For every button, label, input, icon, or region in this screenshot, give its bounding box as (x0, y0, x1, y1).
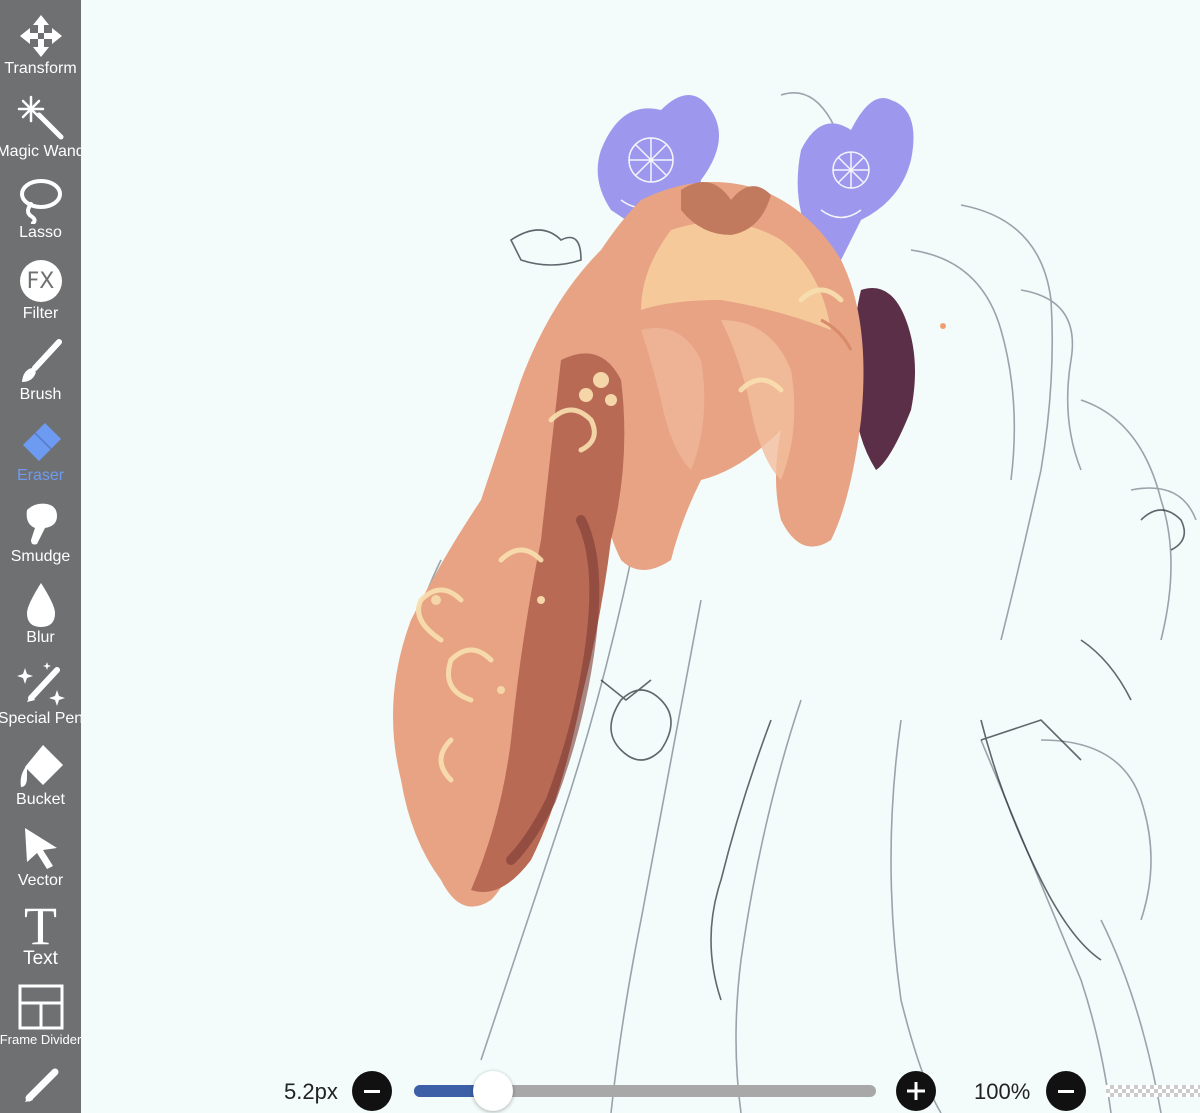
tool-label: Vector (17, 872, 64, 889)
frame-divider-icon (17, 983, 65, 1031)
text-icon: T (17, 896, 65, 956)
tool-filter[interactable]: FX Filter (0, 253, 81, 333)
lasso-icon (17, 176, 65, 224)
tool-magic-wand[interactable]: Magic Wand (0, 91, 81, 171)
eraser-icon (17, 419, 65, 467)
tool-label: Magic Wand (0, 143, 81, 160)
blur-drop-icon (17, 581, 65, 629)
minus-icon (364, 1089, 380, 1093)
magic-wand-icon (17, 95, 65, 143)
tool-eyedropper[interactable] (0, 1058, 81, 1113)
artwork (393, 91, 1197, 1113)
decrease-size-button[interactable] (352, 1071, 392, 1111)
tool-special-pen[interactable]: Special Pen (0, 658, 81, 738)
plus-icon (907, 1082, 925, 1100)
tool-text[interactable]: T Text (0, 898, 81, 978)
tool-transform[interactable]: Transform (0, 10, 81, 90)
tool-label: Blur (26, 629, 55, 646)
tool-label: Transform (4, 60, 77, 77)
opacity-slider[interactable] (1106, 1085, 1200, 1097)
brush-control-bar: 5.2px 100% (260, 1065, 1200, 1113)
brush-size-label: 5.2px (284, 1079, 338, 1104)
tool-vector[interactable]: Vector (0, 820, 81, 900)
eyedropper-icon (17, 1062, 65, 1110)
tool-label: Brush (19, 386, 62, 403)
fx-icon: FX (17, 257, 65, 305)
tool-label: Bucket (16, 791, 65, 808)
drawing-canvas[interactable] (81, 0, 1200, 1113)
brush-icon (17, 338, 65, 386)
tool-sidebar: Transform Magic Wand Lasso FX Filter Bru… (0, 0, 81, 1113)
opacity-label: 100% (974, 1079, 1031, 1104)
text-glyph: T (24, 896, 57, 956)
tool-label: Smudge (10, 548, 71, 565)
fx-glyph: FX (26, 268, 55, 294)
tool-label: Lasso (19, 224, 62, 241)
tool-label: Special Pen (0, 710, 81, 727)
brush-size-slider[interactable] (414, 1071, 876, 1111)
slider-thumb[interactable] (473, 1071, 513, 1111)
minus-icon (1058, 1089, 1074, 1093)
tool-brush[interactable]: Brush (0, 334, 81, 414)
tool-smudge[interactable]: Smudge (0, 496, 81, 576)
decrease-opacity-button[interactable] (1046, 1071, 1086, 1111)
tool-eraser[interactable]: Eraser (0, 415, 81, 495)
tool-label: Frame Divider (0, 1032, 81, 1047)
vector-arrow-icon (17, 824, 65, 872)
smudge-icon (17, 500, 65, 548)
tool-frame-divider[interactable]: Frame Divider (0, 979, 81, 1059)
bucket-icon (17, 743, 65, 791)
tool-label: Filter (22, 305, 59, 322)
tool-lasso[interactable]: Lasso (0, 172, 81, 252)
tool-bucket[interactable]: Bucket (0, 739, 81, 819)
increase-size-button[interactable] (896, 1071, 936, 1111)
special-pen-icon (16, 662, 65, 710)
move-arrows-icon (17, 12, 65, 60)
tool-label: Text (23, 948, 58, 969)
tool-blur[interactable]: Blur (0, 577, 81, 657)
tool-label: Eraser (16, 467, 65, 484)
